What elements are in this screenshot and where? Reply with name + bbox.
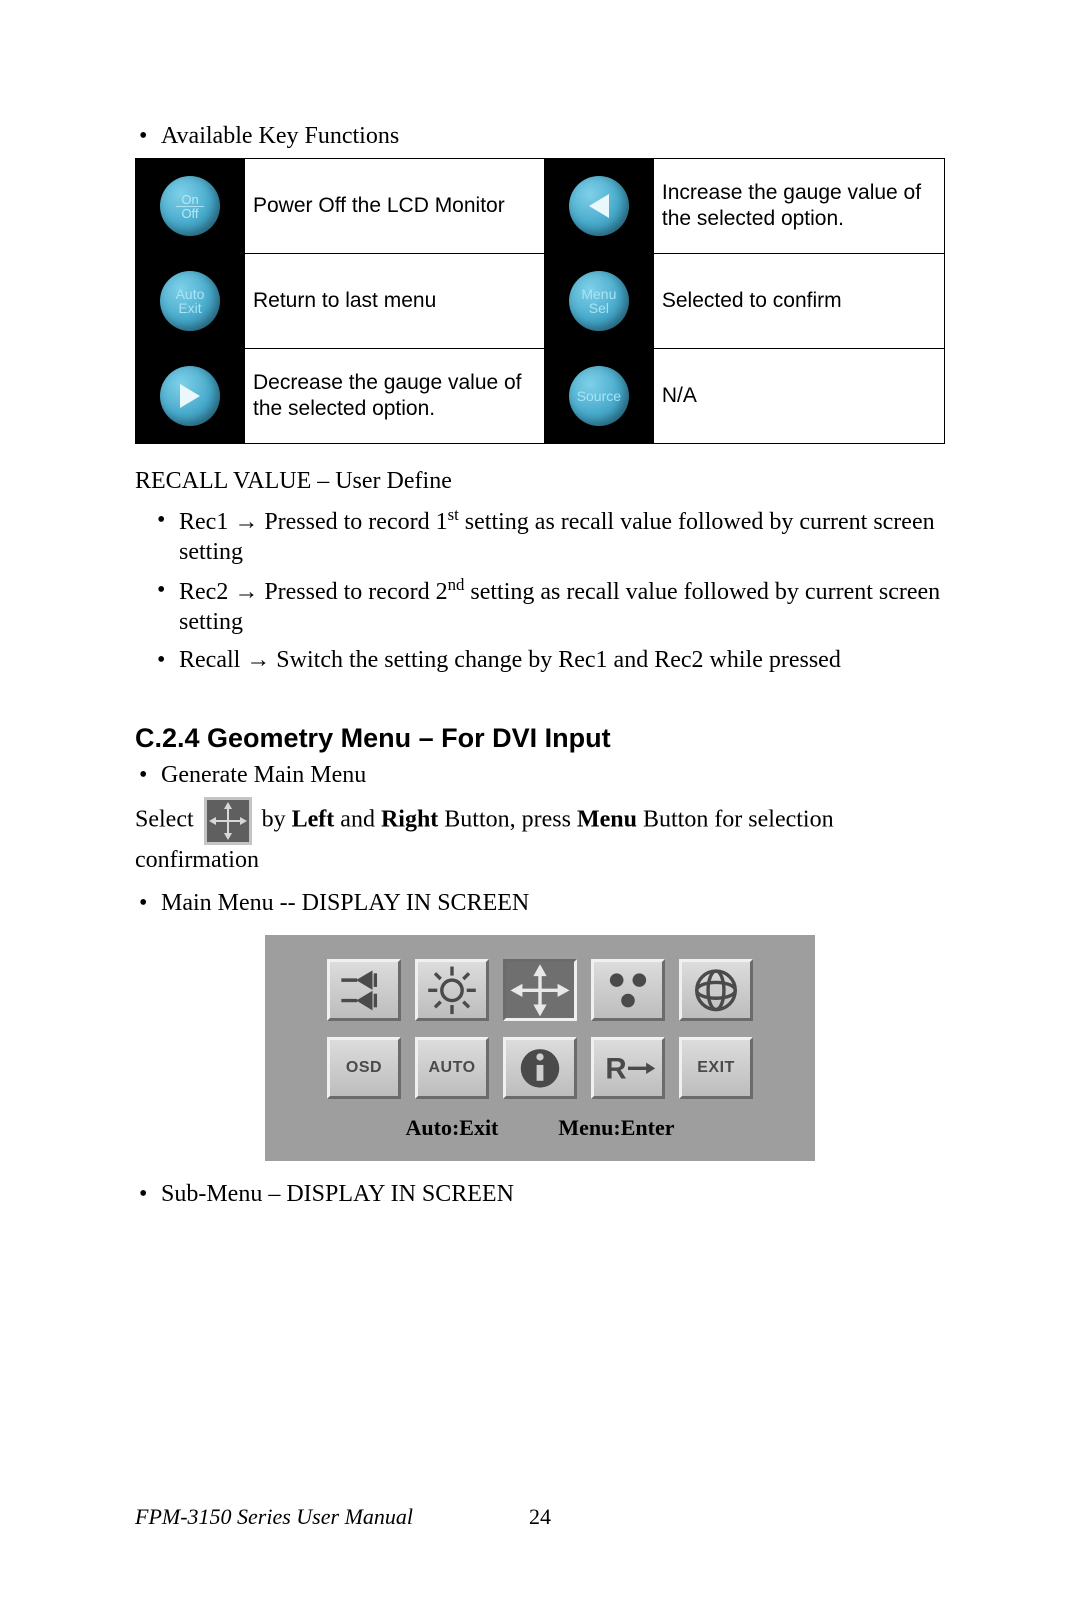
page-footer: FPM-3150 Series User Manual 24	[135, 1504, 945, 1530]
osd-dots-icon[interactable]	[591, 959, 665, 1021]
key-function-table: OnOffPower Off the LCD Monitor Increase t…	[135, 158, 945, 444]
recall-item: •Recall → Switch the setting change by R…	[153, 645, 945, 675]
txt: by	[262, 807, 292, 833]
recall-item: •Rec1 → Pressed to record 1st setting as…	[153, 505, 945, 567]
osd-rarrow-button[interactable]: R	[591, 1037, 665, 1099]
osd-auto-button[interactable]: AUTO	[415, 1037, 489, 1099]
key-desc-cell: Selected to confirm	[653, 254, 944, 349]
osd-geometry-icon[interactable]	[503, 959, 577, 1021]
geometry-menu-icon	[204, 797, 252, 845]
key-table-row: AutoExitReturn to last menuMenuSelSelect…	[136, 254, 945, 349]
key-icon-cell: Source	[544, 349, 653, 444]
txt: and	[340, 807, 381, 833]
osd-exit-button[interactable]: EXIT	[679, 1037, 753, 1099]
select-line: Select by Left and Right Button, press M…	[135, 797, 945, 876]
key-desc-cell: N/A	[653, 349, 944, 444]
bullet-text: Sub-Menu – DISPLAY IN SCREEN	[161, 1181, 945, 1208]
section-heading: C.2.4 Geometry Menu – For DVI Input	[135, 723, 945, 754]
key-desc-cell: Increase the gauge value of the selected…	[653, 159, 944, 254]
osd-panel: OSDAUTO R EXIT Auto:Exit Menu:Enter	[265, 935, 815, 1161]
key-icon-cell: MenuSel	[544, 254, 653, 349]
osd-osd-button[interactable]: OSD	[327, 1037, 401, 1099]
svg-text:R: R	[605, 1052, 626, 1085]
document-page: • Available Key Functions OnOffPower Off…	[0, 0, 1080, 1618]
key-icon-cell: AutoExit	[136, 254, 245, 349]
key-icon-cell: OnOff	[136, 159, 245, 254]
osd-row-2: OSDAUTO R EXIT	[293, 1037, 787, 1099]
txt: Button, press	[444, 807, 577, 833]
menu-label: Menu	[577, 807, 637, 833]
right-label: Right	[381, 807, 438, 833]
bullet-text: Generate Main Menu	[161, 762, 945, 789]
osd-globe-icon[interactable]	[679, 959, 753, 1021]
key-table-row: OnOffPower Off the LCD Monitor Increase t…	[136, 159, 945, 254]
bullet-dot: •	[135, 890, 161, 917]
osd-adjust-icon[interactable]	[327, 959, 401, 1021]
page-number: 24	[529, 1504, 551, 1530]
bullet-dot: •	[135, 1181, 161, 1208]
bullet-main-menu-display: • Main Menu -- DISPLAY IN SCREEN	[135, 890, 945, 917]
key-desc-cell: Return to last menu	[245, 254, 545, 349]
select-pre: Select	[135, 807, 200, 833]
osd-footer-right: Menu:Enter	[558, 1115, 674, 1141]
key-table-row: Decrease the gauge value of the selected…	[136, 349, 945, 444]
manual-title: FPM-3150 Series User Manual	[135, 1504, 413, 1529]
bullet-dot: •	[135, 762, 161, 789]
bullet-available-key-functions: • Available Key Functions	[135, 123, 945, 150]
bullet-sub-menu-display: • Sub-Menu – DISPLAY IN SCREEN	[135, 1181, 945, 1208]
osd-row-1	[293, 959, 787, 1021]
left-label: Left	[292, 807, 335, 833]
key-icon-cell	[544, 159, 653, 254]
recall-heading: RECALL VALUE – User Define	[135, 468, 945, 495]
osd-sun-icon[interactable]	[415, 959, 489, 1021]
osd-footer: Auto:Exit Menu:Enter	[293, 1115, 787, 1141]
bullet-dot: •	[135, 123, 161, 150]
bullet-generate-main: • Generate Main Menu	[135, 762, 945, 789]
key-icon-cell	[136, 349, 245, 444]
key-desc-cell: Power Off the LCD Monitor	[245, 159, 545, 254]
bullet-text: Available Key Functions	[161, 123, 945, 150]
recall-list: •Rec1 → Pressed to record 1st setting as…	[153, 505, 945, 675]
recall-item: •Rec2 → Pressed to record 2nd setting as…	[153, 575, 945, 637]
osd-footer-left: Auto:Exit	[406, 1115, 499, 1141]
osd-i-button[interactable]	[503, 1037, 577, 1099]
key-desc-cell: Decrease the gauge value of the selected…	[245, 349, 545, 444]
bullet-text: Main Menu -- DISPLAY IN SCREEN	[161, 890, 945, 917]
